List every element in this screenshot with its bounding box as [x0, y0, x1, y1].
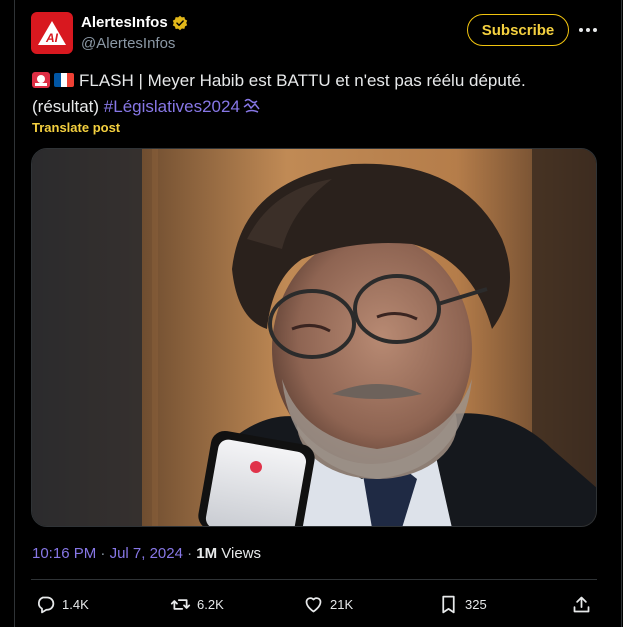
siren-emoji-icon [32, 70, 50, 88]
post-line2-prefix: (résultat) [32, 97, 104, 116]
france-flag-icon [54, 73, 74, 87]
post-main-text: FLASH | Meyer Habib est BATTU et n'est p… [79, 71, 526, 90]
translate-post-link[interactable]: Translate post [32, 120, 120, 135]
views-count: 1M [196, 545, 218, 562]
post-date[interactable]: Jul 7, 2024 [110, 545, 183, 562]
more-icon[interactable] [575, 18, 601, 42]
share-button[interactable] [571, 593, 598, 615]
share-icon [573, 596, 590, 612]
like-icon [305, 596, 322, 612]
reply-button[interactable]: 1.4K [35, 593, 89, 615]
post-time[interactable]: 10:16 PM [32, 545, 96, 562]
post-meta: 10:16 PM · Jul 7, 2024 · 1M Views [32, 545, 261, 562]
bookmark-count: 325 [465, 596, 487, 612]
hashtag-emoji-icon [242, 97, 262, 115]
reply-icon [37, 596, 55, 613]
author-name[interactable]: AlertesInfos [81, 14, 168, 31]
post-text: FLASH | Meyer Habib est BATTU et n'est p… [32, 68, 597, 120]
meta-separator-2: · [182, 545, 197, 562]
photo-man-with-glasses [32, 149, 596, 526]
meta-separator: · [96, 545, 110, 562]
divider [31, 579, 597, 580]
avatar[interactable]: AI [31, 12, 73, 54]
views-label: Views [217, 545, 262, 562]
hashtag-link[interactable]: #Législatives2024 [104, 97, 240, 116]
like-button[interactable]: 21K [303, 593, 353, 615]
reply-count: 1.4K [62, 596, 89, 612]
alertesinfos-logo-icon: AI [38, 21, 66, 45]
svg-text:AI: AI [45, 31, 59, 45]
verified-badge-icon [172, 15, 188, 31]
repost-count: 6.2K [197, 596, 224, 612]
bookmark-button[interactable]: 325 [438, 593, 487, 615]
subscribe-button[interactable]: Subscribe [467, 14, 569, 46]
post-image[interactable] [31, 148, 597, 527]
repost-icon [170, 598, 191, 610]
repost-button[interactable]: 6.2K [170, 593, 224, 615]
author-handle[interactable]: @AlertesInfos [81, 35, 175, 52]
bookmark-icon [442, 595, 455, 613]
like-count: 21K [330, 596, 354, 612]
